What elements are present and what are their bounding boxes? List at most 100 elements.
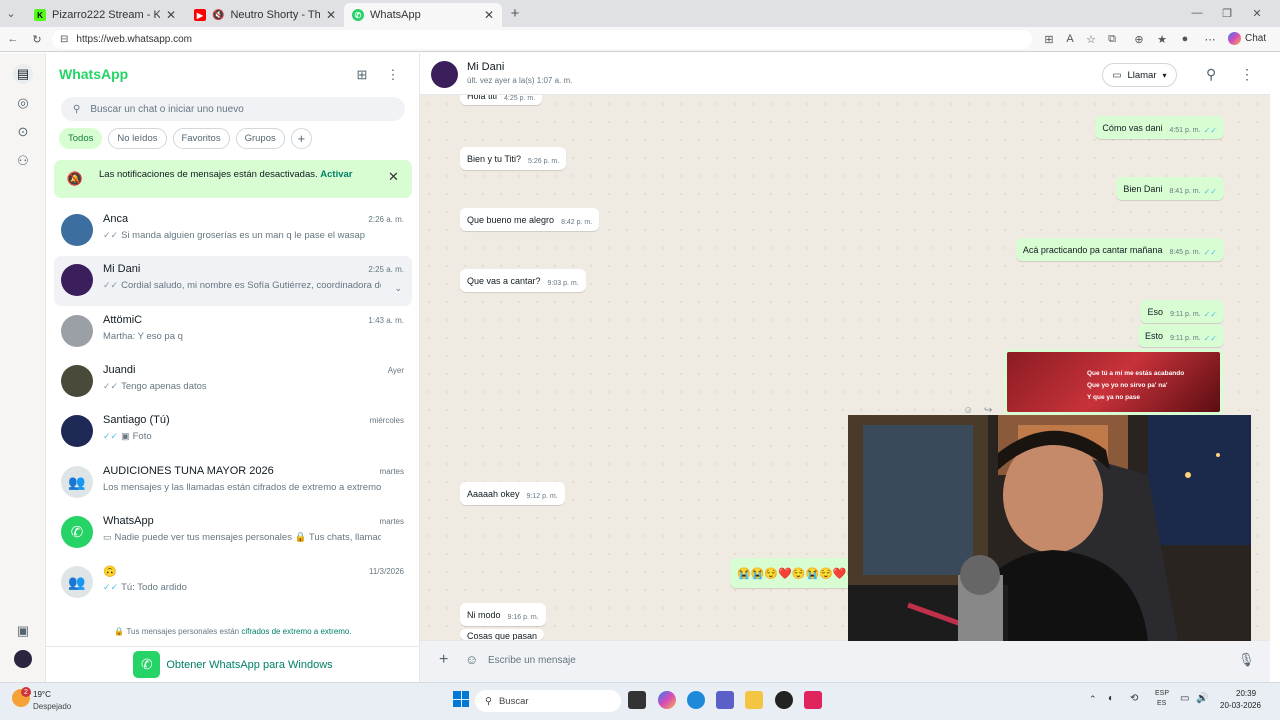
status-icon[interactable]: ◎ [13, 93, 33, 113]
message-bubble[interactable]: Esto 9:11 p. m. ✓✓ [1137, 324, 1224, 347]
message-bubble[interactable]: Que vas a cantar? 9:03 p. m. [460, 269, 586, 292]
back-icon[interactable]: ← [6, 32, 20, 46]
filter-unread[interactable]: No leídos [108, 128, 167, 149]
chat-row-anca[interactable]: Anca 2:26 a. m. ✓✓ Si manda alguien grose… [54, 206, 412, 256]
teams-icon[interactable] [716, 691, 734, 709]
copilot-app-icon[interactable] [658, 691, 676, 709]
copilot-button[interactable]: Chat [1228, 32, 1266, 45]
filter-favorites[interactable]: Favoritos [172, 128, 230, 149]
tab-youtube[interactable]: ▶ 🔇 Neutro Shorty - The World Is M ✕ [186, 3, 344, 27]
weather-temp[interactable]: 19°C [33, 690, 51, 699]
call-button[interactable]: ▭ Llamar ▾ [1102, 63, 1177, 87]
encryption-link[interactable]: cifrados de extremo a extremo. [241, 627, 351, 636]
message-time: 8:42 p. m. [561, 218, 593, 226]
activate-link[interactable]: Activar [320, 169, 352, 180]
more-icon[interactable]: ⋯ [1203, 32, 1217, 46]
chat-row-mi-dani[interactable]: Mi Dani 2:25 a. m. ✓✓ Cordial saludo, mi … [54, 256, 412, 306]
message-bubble[interactable]: Ni modo 9:16 p. m. [460, 603, 546, 626]
preview-text: Tú: Todo ardido [121, 582, 187, 593]
menu-icon[interactable]: ⋮ [1240, 66, 1254, 83]
chat-row-emoji[interactable]: 👥 🙃 11/3/2026 ✓✓ Tú: Todo ardido [54, 558, 412, 608]
microphone-icon[interactable]: 🎙 [1238, 652, 1255, 668]
chat-row-whatsapp[interactable]: ✆ WhatsApp martes ▭ Nadie puede ver tus m… [54, 508, 412, 558]
chat-row-attomic[interactable]: AttömiC 1:43 a. m. Martha: Y eso pa q [54, 307, 412, 357]
collections-icon[interactable]: ⊕ [1132, 32, 1146, 46]
tray-chevron-icon[interactable]: ⌃ [1089, 694, 1097, 705]
profile-avatar[interactable] [14, 650, 32, 668]
message-bubble[interactable]: Bien Dani 8:41 p. m. ✓✓ [1116, 177, 1224, 200]
chevron-down-icon[interactable]: ⌄ [394, 283, 402, 294]
message-bubble[interactable]: Cosas que pasan [460, 629, 545, 640]
obs-icon[interactable] [775, 691, 793, 709]
read-aloud-icon[interactable]: A [1063, 32, 1077, 46]
extensions-icon[interactable]: ⧉ [1105, 32, 1119, 46]
taskbar-search[interactable]: ⚲ Buscar [475, 690, 621, 712]
close-window-icon[interactable]: ✕ [1250, 6, 1264, 20]
restore-icon[interactable]: ❐ [1220, 6, 1234, 20]
refresh-icon[interactable]: ↻ [30, 32, 44, 46]
message-bubble[interactable]: Eso 9:11 p. m. ✓✓ [1140, 300, 1224, 323]
clock-time[interactable]: 20:39 [1236, 689, 1256, 698]
contact-avatar[interactable] [431, 61, 458, 88]
search-input[interactable]: ⚲ Buscar un chat o iniciar uno nuevo [61, 97, 405, 121]
chat-row-santiago[interactable]: Santiago (Tú) miércoles ✓✓ ▣ Foto [54, 407, 412, 457]
task-view-icon[interactable] [628, 691, 646, 709]
close-tab-icon[interactable]: ✕ [166, 8, 176, 22]
contact-name[interactable]: Mi Dani [467, 61, 504, 73]
favorites-icon[interactable]: ★ [1155, 32, 1169, 46]
sticker-icon[interactable]: ☺ [465, 652, 478, 667]
message-time: 8:41 p. m. [1169, 187, 1201, 195]
menu-icon[interactable]: ⋮ [385, 67, 401, 83]
image-lyric-line: Y que ya no pase [1087, 394, 1140, 401]
chats-icon[interactable]: ▤ [13, 64, 33, 84]
file-explorer-icon[interactable] [745, 691, 763, 709]
filter-all[interactable]: Todos [59, 128, 103, 149]
message-input[interactable]: Escribe un mensaje [488, 655, 576, 666]
tiktok-icon[interactable] [804, 691, 822, 709]
volume-icon[interactable]: 🔊 [1196, 693, 1208, 704]
tray-sync-icon[interactable]: ⟲ [1130, 693, 1138, 704]
close-tab-icon[interactable]: ✕ [484, 8, 494, 22]
message-bubble[interactable]: Cómo vas dani 4:51 p. m. ✓✓ [1095, 116, 1224, 139]
message-text: Que bueno me alegro [467, 214, 555, 225]
start-icon[interactable] [453, 691, 469, 707]
kick-icon: K [34, 9, 46, 21]
chat-preview: ▭ Nadie puede ver tus mensajes personales… [103, 532, 381, 543]
message-bubble[interactable]: 😭😭😌❤️😌😭😌❤️😌 [730, 558, 868, 588]
url-field[interactable]: ⊟ https://web.whatsapp.com [52, 30, 1032, 49]
network-icon[interactable]: ▭ [1180, 693, 1189, 704]
communities-icon[interactable]: ⚇ [13, 151, 33, 171]
message-bubble[interactable]: Acá practicando pa cantar mañana 8:45 p. … [1015, 238, 1224, 261]
tab-kick[interactable]: K Pizarro222 Stream - Kick Dashboard ✕ [26, 3, 184, 27]
lang-top[interactable]: ESP [1155, 690, 1169, 697]
attach-plus-icon[interactable]: + [439, 651, 448, 669]
chat-row-audiciones[interactable]: 👥 AUDICIONES TUNA MAYOR 2026 martes Los … [54, 458, 412, 508]
filter-groups[interactable]: Grupos [235, 128, 285, 149]
close-icon[interactable]: ✕ [388, 169, 399, 185]
tab-list-icon[interactable]: ⌄ [4, 6, 18, 20]
image-message[interactable]: Que tú a mí me estás acabando Que yo yo … [1004, 349, 1223, 415]
new-chat-icon[interactable]: ⊞ [354, 67, 370, 83]
minimize-icon[interactable]: — [1190, 6, 1204, 20]
channels-icon[interactable]: ⊙ [13, 122, 33, 142]
chat-row-juandi[interactable]: Juandi Ayer ✓✓ Tengo apenas datos [54, 357, 412, 407]
message-bubble[interactable]: Que bueno me alegro 8:42 p. m. [460, 208, 600, 231]
profile-icon[interactable]: ● [1178, 32, 1192, 46]
new-tab-icon[interactable]: + [508, 5, 522, 22]
add-filter-icon[interactable]: + [290, 128, 312, 149]
message-bubble[interactable]: Aaaaah okey 9:12 p. m. [460, 482, 565, 505]
chevron-down-icon: ▾ [1162, 70, 1167, 80]
double-check-icon: ✓✓ [1203, 333, 1217, 343]
message-bubble[interactable]: Bien y tu Titi? 5:26 p. m. [460, 147, 567, 170]
get-whatsapp-button[interactable]: ✆ Obtener WhatsApp para Windows [46, 646, 420, 682]
edge-icon[interactable] [687, 691, 705, 709]
site-info-icon[interactable]: ⊟ [60, 34, 68, 45]
favorite-star-icon[interactable]: ☆ [1084, 32, 1098, 46]
muted-speaker-icon[interactable]: 🔇 [212, 10, 224, 21]
tray-app-icon[interactable]: ◐ [1108, 693, 1114, 704]
search-icon[interactable]: ⚲ [1206, 66, 1216, 83]
media-icon[interactable]: ▣ [13, 621, 33, 641]
tab-whatsapp[interactable]: ✆ WhatsApp ✕ [344, 3, 502, 27]
close-tab-icon[interactable]: ✕ [326, 8, 336, 22]
app-available-icon[interactable]: ⊞ [1042, 32, 1056, 46]
